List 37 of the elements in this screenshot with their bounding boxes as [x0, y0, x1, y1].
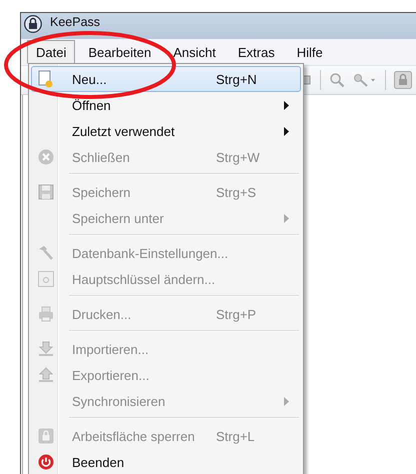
menu-item[interactable]: Neu... Strg+N [31, 66, 301, 92]
menu-item-label: Beenden [72, 454, 124, 470]
search-icon[interactable] [329, 72, 345, 88]
menu-item[interactable]: Datei [27, 40, 76, 64]
close-icon [38, 149, 54, 165]
menu-item-label: Synchronisieren [72, 394, 166, 408]
menu-item-label: Datenbank-Einstellungen... [72, 246, 228, 260]
menu-item-label: Speichern [72, 184, 131, 200]
menu-item[interactable]: Extras [228, 40, 284, 64]
menu-item[interactable]: Beenden [31, 449, 301, 474]
hammer-icon [38, 245, 54, 261]
menu-item-label: Schließen [72, 150, 130, 164]
menu-item-label: Drucken... [72, 306, 132, 322]
menu-item[interactable]: Zuletzt verwendet [31, 118, 301, 144]
menu-item-label: Importieren... [72, 342, 149, 356]
shortcut-text: Strg+W [216, 150, 260, 164]
shortcut-text: Strg+N [216, 72, 257, 86]
shortcut-text: Strg+S [216, 184, 256, 200]
menu-item-label: Zuletzt verwendet [72, 124, 175, 138]
menu-item-label: Neu... [72, 72, 107, 86]
menu-item[interactable]: Ansicht [164, 40, 225, 64]
window-title: KeePass [50, 16, 100, 29]
printer-icon [38, 306, 54, 322]
menu-item[interactable]: Hilfe [288, 40, 332, 64]
power-icon [38, 454, 54, 470]
download-arrow-icon [38, 341, 54, 357]
shortcut-text: Strg+L [216, 428, 255, 444]
menu-item[interactable]: Bearbeiten [79, 40, 160, 64]
menu-item-label: Hauptschlüssel ändern... [72, 272, 216, 286]
menu-item-label: Öffnen [72, 98, 111, 112]
new-file-icon [38, 70, 54, 88]
menu-item-label: Speichern unter [72, 210, 164, 226]
menu-item-label: Exportieren... [72, 368, 150, 382]
menu-item-label: Arbeitsfläche sperren [72, 428, 195, 444]
upload-arrow-icon [38, 367, 54, 383]
menu-item[interactable]: Öffnen [31, 92, 301, 118]
shortcut-text: Strg+P [216, 306, 256, 322]
